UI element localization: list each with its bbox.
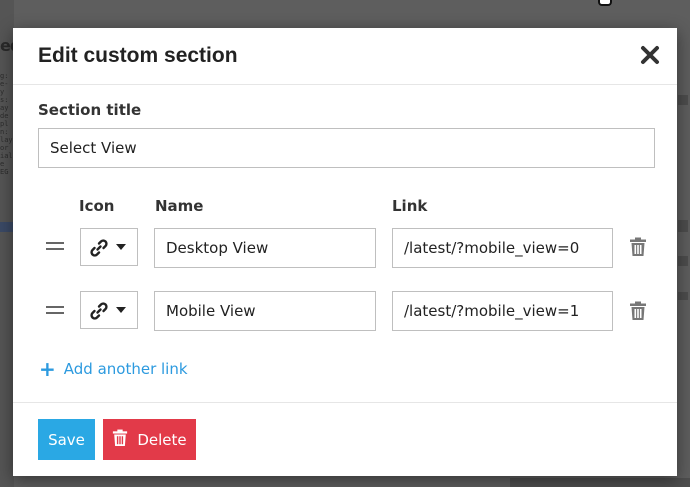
background-highlight-bar [0,222,13,232]
delete-button-label: Delete [137,430,187,449]
delete-button[interactable]: Delete [103,419,196,460]
link-name-value: Desktop View [166,239,269,257]
chevron-down-icon [116,244,126,250]
column-header-icon: Icon [79,197,115,215]
trash-icon[interactable] [629,301,647,321]
column-header-link: Link [392,197,428,215]
section-title-value: Select View [50,139,137,157]
save-button[interactable]: Save [38,419,95,460]
background-code-fragment: g: e- y s: ay de pl n: lay or ial e EG [0,72,13,176]
link-url-value: /latest/?mobile_view=1 [404,302,580,320]
mouse-cursor-icon [598,0,612,6]
close-icon[interactable] [637,42,663,68]
drag-handle-icon[interactable] [46,242,64,250]
section-title-input[interactable]: Select View [38,128,655,168]
link-icon [89,301,109,325]
add-another-link-button[interactable]: + Add another link [39,359,188,379]
link-url-input[interactable]: /latest/?mobile_view=1 [392,291,613,331]
background-footer-fragment [510,478,690,487]
plus-icon: + [39,357,56,381]
icon-picker-dropdown[interactable] [80,291,138,329]
drag-handle-icon[interactable] [46,306,64,314]
link-icon [89,238,109,262]
column-header-name: Name [155,197,204,215]
save-button-label: Save [48,430,85,449]
section-title-label: Section title [38,101,142,119]
modal-title: Edit custom section [38,44,238,67]
add-another-link-label: Add another link [63,360,188,378]
chevron-down-icon [116,307,126,313]
link-name-input[interactable]: Mobile View [154,291,376,331]
icon-picker-dropdown[interactable] [80,228,138,266]
modal-header: Edit custom section [13,28,677,85]
link-name-input[interactable]: Desktop View [154,228,376,268]
edit-custom-section-modal: Edit custom section Section title Select… [13,28,677,476]
link-url-input[interactable]: /latest/?mobile_view=0 [392,228,613,268]
link-name-value: Mobile View [166,302,256,320]
background-right-strip [675,60,690,480]
footer-divider [13,402,677,403]
link-url-value: /latest/?mobile_view=0 [404,239,580,257]
trash-icon [112,429,128,451]
trash-icon[interactable] [629,237,647,257]
